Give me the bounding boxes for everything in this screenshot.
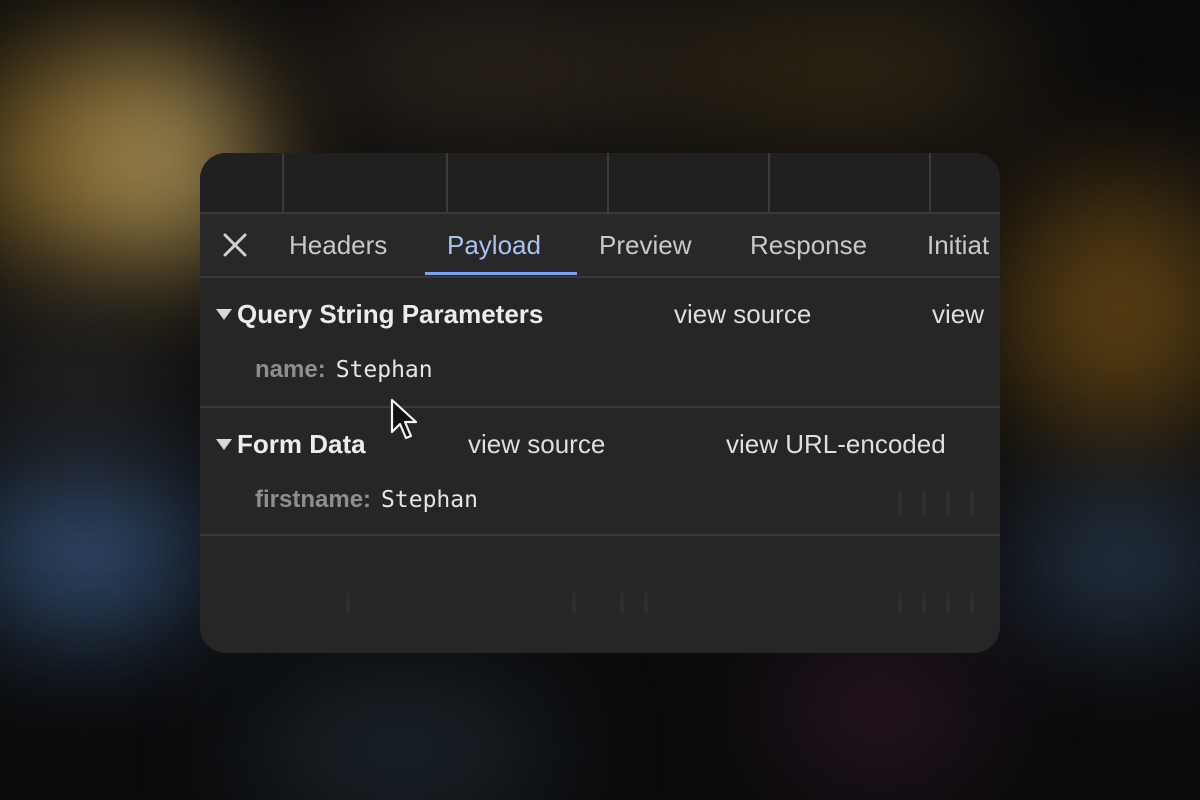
close-icon[interactable]: [218, 228, 252, 262]
form-data-section-toggle[interactable]: Form Data: [216, 426, 366, 462]
form-data-section: Form Data view source view URL-encoded f…: [200, 408, 1000, 536]
tab-payload[interactable]: Payload: [447, 214, 541, 276]
column-divider[interactable]: [446, 153, 448, 212]
background-blur-blob: [1000, 180, 1200, 440]
background-blur-blob: [300, 10, 700, 130]
request-table-header-strip: [200, 153, 1000, 214]
background-blur-blob: [650, 0, 1030, 140]
faint-divider: [922, 490, 926, 516]
faint-divider: [572, 593, 576, 613]
view-encoded-link[interactable]: view: [932, 296, 984, 332]
faint-divider: [946, 593, 950, 613]
tab-headers[interactable]: Headers: [289, 214, 387, 276]
view-url-encoded-link[interactable]: view URL-encoded: [726, 426, 946, 462]
param-value[interactable]: Stephan: [336, 357, 433, 383]
faint-divider: [620, 593, 624, 613]
background-blur-blob: [1010, 500, 1200, 620]
param-key: firstname:: [255, 486, 372, 513]
tab-preview[interactable]: Preview: [599, 214, 691, 276]
triangle-down-icon: [216, 308, 232, 320]
query-string-parameters-section: Query String Parameters view source view…: [200, 278, 1000, 408]
tab-response[interactable]: Response: [750, 214, 867, 276]
faint-divider: [898, 593, 902, 613]
faint-divider: [970, 593, 974, 613]
form-param-row: firstname: Stephan: [255, 482, 478, 518]
faint-divider: [346, 593, 350, 613]
query-string-section-toggle[interactable]: Query String Parameters: [216, 296, 543, 332]
devtools-network-panel: Headers Payload Preview Response Initiat…: [200, 153, 1000, 653]
detail-tab-bar: Headers Payload Preview Response Initiat: [200, 214, 1000, 278]
faint-divider: [898, 490, 902, 516]
view-source-link[interactable]: view source: [468, 426, 605, 462]
triangle-down-icon: [216, 438, 232, 450]
background-blur-blob: [780, 650, 980, 770]
faint-divider: [946, 490, 950, 516]
column-divider[interactable]: [607, 153, 609, 212]
query-param-row: name: Stephan: [255, 352, 433, 388]
param-key: name:: [255, 356, 326, 383]
section-title: Query String Parameters: [237, 299, 544, 329]
background-blur-blob: [250, 680, 550, 800]
column-divider[interactable]: [282, 153, 284, 212]
column-divider[interactable]: [768, 153, 770, 212]
view-source-link[interactable]: view source: [674, 296, 811, 332]
column-divider[interactable]: [929, 153, 931, 212]
tab-initiator[interactable]: Initiat: [927, 214, 989, 276]
section-title: Form Data: [237, 429, 366, 459]
active-tab-indicator: [425, 272, 577, 275]
param-value[interactable]: Stephan: [381, 487, 478, 513]
faint-divider: [970, 490, 974, 516]
faint-divider: [644, 593, 648, 613]
faint-divider: [922, 593, 926, 613]
background-blur-blob: [0, 300, 180, 460]
background-blur-blob: [0, 470, 200, 630]
